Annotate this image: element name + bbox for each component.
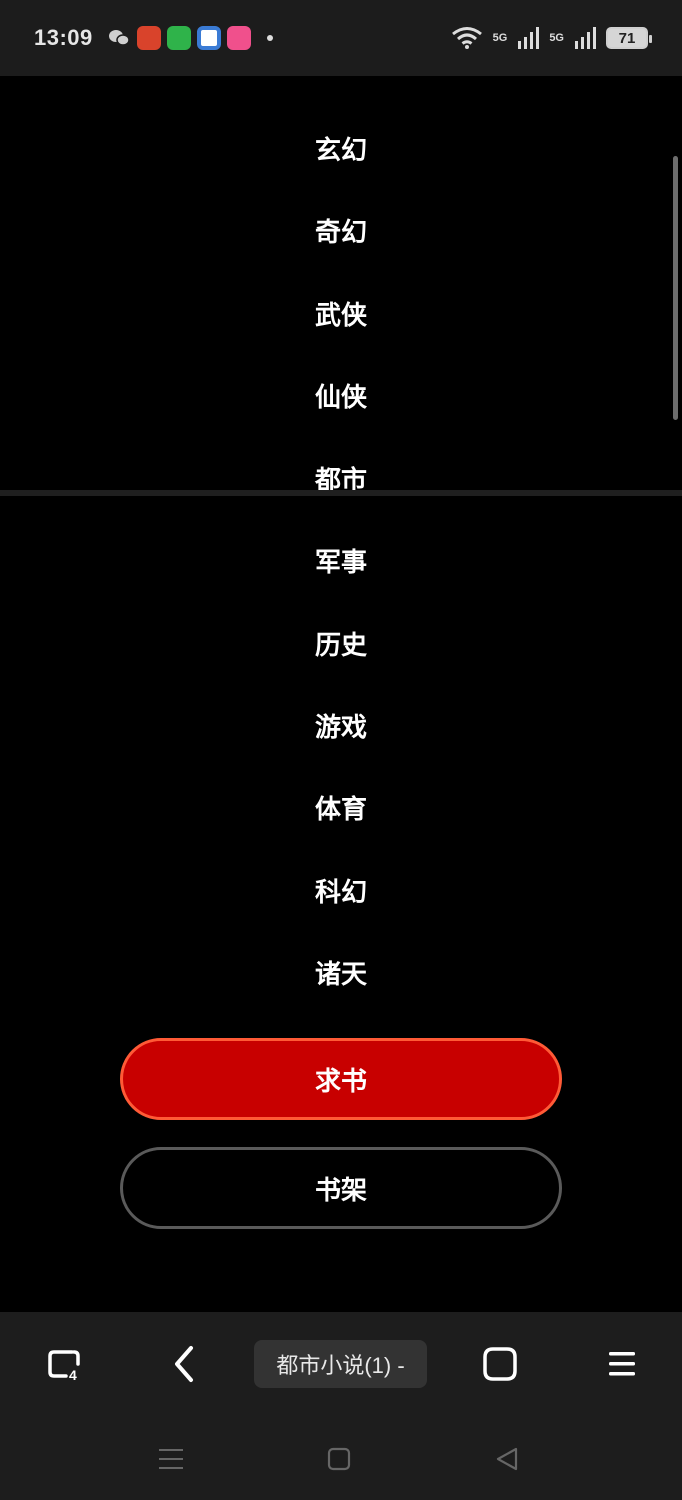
recents-button[interactable] (156, 1444, 186, 1474)
battery-icon: 71 (606, 27, 652, 49)
system-nav-bar (0, 1416, 682, 1500)
category-item[interactable]: 武侠 (0, 283, 682, 343)
category-item[interactable]: 玄幻 (0, 118, 682, 178)
status-time: 13:09 (34, 25, 93, 50)
recents-menu-icon (159, 1449, 183, 1469)
signal-icon-1 (518, 27, 540, 49)
network-label-2: 5G (549, 32, 564, 44)
more-notifications-dot (266, 35, 273, 41)
category-item[interactable]: 奇幻 (0, 200, 682, 260)
signal-icon-2 (575, 27, 596, 49)
hamburger-menu-icon (609, 1352, 635, 1376)
main-content: 玄幻 奇幻 武侠 仙侠 都市 军事 历史 游戏 体育 科幻 诸天 求书 书架 (0, 76, 682, 1312)
category-item[interactable]: 历史 (0, 613, 682, 673)
app-blue-icon (196, 26, 221, 50)
back-button[interactable] (160, 1340, 208, 1388)
category-item[interactable]: 诸天 (0, 942, 682, 1002)
bookshelf-button[interactable]: 书架 (120, 1147, 562, 1229)
category-item[interactable]: 科幻 (0, 860, 682, 920)
tabs-button[interactable]: 4 (40, 1340, 88, 1388)
tabs-icon: 4 (48, 1350, 80, 1383)
category-item[interactable]: 仙侠 (0, 365, 682, 425)
app-red-icon (136, 26, 161, 50)
status-right: 5G 5G 71 (451, 26, 652, 50)
triangle-back-icon (496, 1447, 518, 1471)
request-book-button[interactable]: 求书 (120, 1038, 562, 1120)
home-icon (483, 1347, 517, 1381)
category-item[interactable]: 游戏 (0, 695, 682, 755)
app-pink-icon (226, 26, 251, 50)
app-green-icon (166, 26, 191, 50)
menu-button[interactable] (598, 1340, 646, 1388)
divider (0, 490, 682, 496)
back-nav-button[interactable] (492, 1444, 522, 1474)
category-item[interactable]: 军事 (0, 530, 682, 590)
network-label-1: 5G (492, 32, 508, 44)
square-home-icon (327, 1447, 351, 1471)
status-bar: 13:09 5G 5G 71 (0, 0, 682, 76)
page-title-chip[interactable]: 都市小说(1) - (254, 1340, 427, 1388)
chevron-left-icon (175, 1346, 193, 1382)
scrollbar[interactable] (673, 156, 678, 420)
category-item[interactable]: 都市 (0, 448, 682, 508)
home-nav-button[interactable] (324, 1444, 354, 1474)
wechat-icon (108, 30, 130, 46)
wifi-icon (451, 27, 482, 49)
tab-count: 4 (69, 1367, 77, 1383)
category-item[interactable]: 体育 (0, 777, 682, 837)
notification-icons (107, 26, 273, 50)
home-button[interactable] (476, 1340, 524, 1388)
browser-toolbar: 4 都市小说(1) - (0, 1312, 682, 1416)
